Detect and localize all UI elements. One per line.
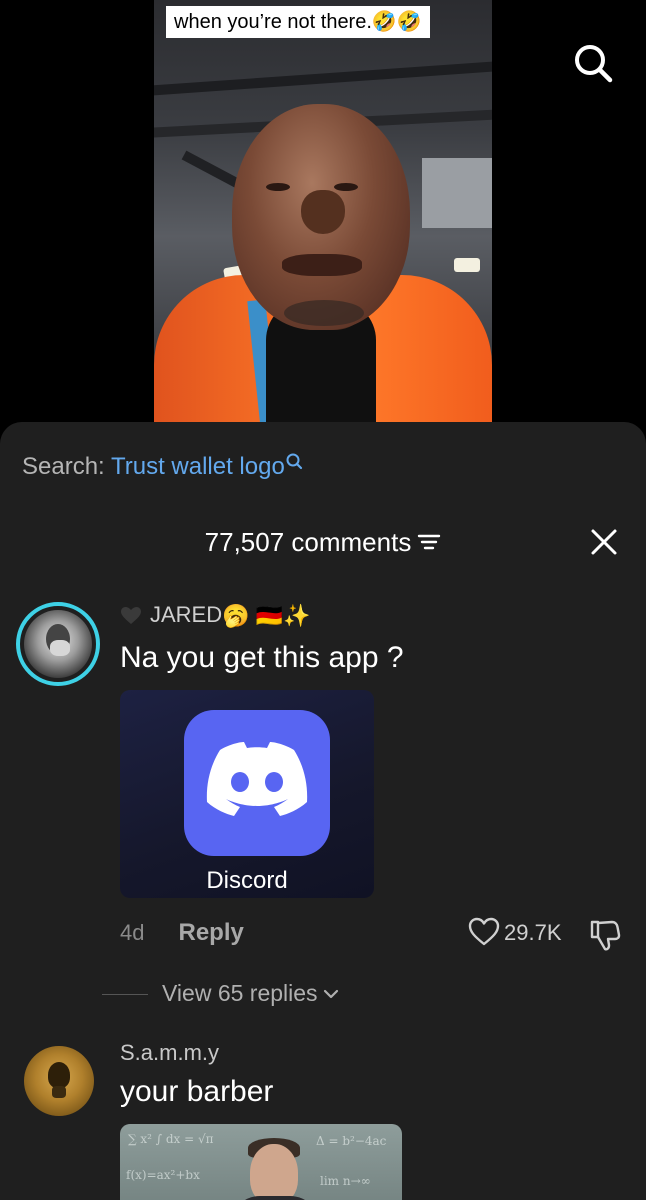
comment-image-attachment[interactable]: ∑ x² ∫ dx = √π f(x)=ax²+bx Δ = b²−4ac li… xyxy=(120,1124,402,1200)
search-icon xyxy=(286,453,302,470)
comment-image-attachment[interactable]: Discord xyxy=(120,690,374,898)
comment-text: your barber xyxy=(120,1075,274,1108)
search-query-link[interactable]: Trust wallet logo xyxy=(111,453,285,480)
video-caption: when you’re not there.🤣🤣 xyxy=(166,6,430,38)
math-scribble: lim n→∞ xyxy=(320,1174,371,1188)
tiktok-comments-screen: when you’re not there.🤣🤣 Search: Trust w… xyxy=(0,0,646,1200)
avatar[interactable] xyxy=(24,1046,94,1116)
avatar[interactable] xyxy=(16,602,100,686)
comment-username[interactable]: S.a.m.m.y xyxy=(120,1038,219,1068)
heart-icon xyxy=(468,917,500,946)
view-replies-label: View 65 replies xyxy=(162,980,318,1006)
filter-icon[interactable] xyxy=(417,532,441,552)
black-heart-icon xyxy=(121,607,141,625)
avatar-skull xyxy=(48,1062,70,1088)
badge-emoji: 🥱 xyxy=(222,603,250,629)
comment-count-header[interactable]: 77,507 comments xyxy=(0,522,646,562)
video-frame[interactable] xyxy=(154,0,492,430)
nose xyxy=(301,190,345,234)
eye xyxy=(266,183,290,191)
comments-sheet: Search: Trust wallet logo 77,507 comment… xyxy=(0,422,646,1200)
close-icon xyxy=(591,529,617,555)
mouth xyxy=(282,254,362,276)
discord-logo-icon xyxy=(206,742,308,816)
search-icon xyxy=(575,45,613,83)
chevron-down-icon xyxy=(323,989,338,999)
discord-app-icon xyxy=(184,710,330,856)
avatar-jaw xyxy=(52,1086,66,1098)
math-scribble: Δ = b²−4ac xyxy=(316,1134,387,1148)
replies-divider xyxy=(102,994,148,996)
ceiling-vent xyxy=(422,158,492,228)
ceiling-beam xyxy=(154,59,492,96)
math-scribble: ∑ x² ∫ dx = √π xyxy=(128,1132,214,1146)
badge-emoji: 🇩🇪 xyxy=(255,603,284,629)
like-count: 29.7K xyxy=(504,920,562,945)
username-text: JARED xyxy=(150,602,223,627)
view-replies-button[interactable]: View 65 replies xyxy=(102,976,340,1010)
comment-username[interactable]: JARED🥱 🇩🇪✨ xyxy=(120,600,310,631)
comment-meta: 4d Reply xyxy=(120,916,244,950)
comment-text: Na you get this app ? xyxy=(120,641,404,674)
avatar-hand xyxy=(50,640,70,656)
math-scribble: f(x)=ax²+bx xyxy=(126,1168,200,1182)
ceiling-light xyxy=(454,258,480,272)
comment-count: 77,507 comments xyxy=(204,527,412,557)
search-prefix: Search: xyxy=(22,453,105,480)
person-body xyxy=(230,1196,320,1200)
thumbs-down-icon xyxy=(590,920,621,951)
avatar-image xyxy=(24,610,92,678)
search-button[interactable] xyxy=(568,38,618,88)
badge-emoji: ✨ xyxy=(283,603,311,629)
like-button[interactable]: 29.7K xyxy=(468,916,562,950)
comment-timestamp: 4d xyxy=(120,920,145,945)
reply-button[interactable]: Reply xyxy=(178,919,243,946)
eye xyxy=(334,183,358,191)
search-suggestion[interactable]: Search: Trust wallet logo xyxy=(22,450,305,484)
beard xyxy=(284,300,364,326)
app-label: Discord xyxy=(206,867,288,894)
dislike-button[interactable] xyxy=(588,918,622,957)
close-button[interactable] xyxy=(584,522,624,562)
person-face xyxy=(250,1144,298,1200)
